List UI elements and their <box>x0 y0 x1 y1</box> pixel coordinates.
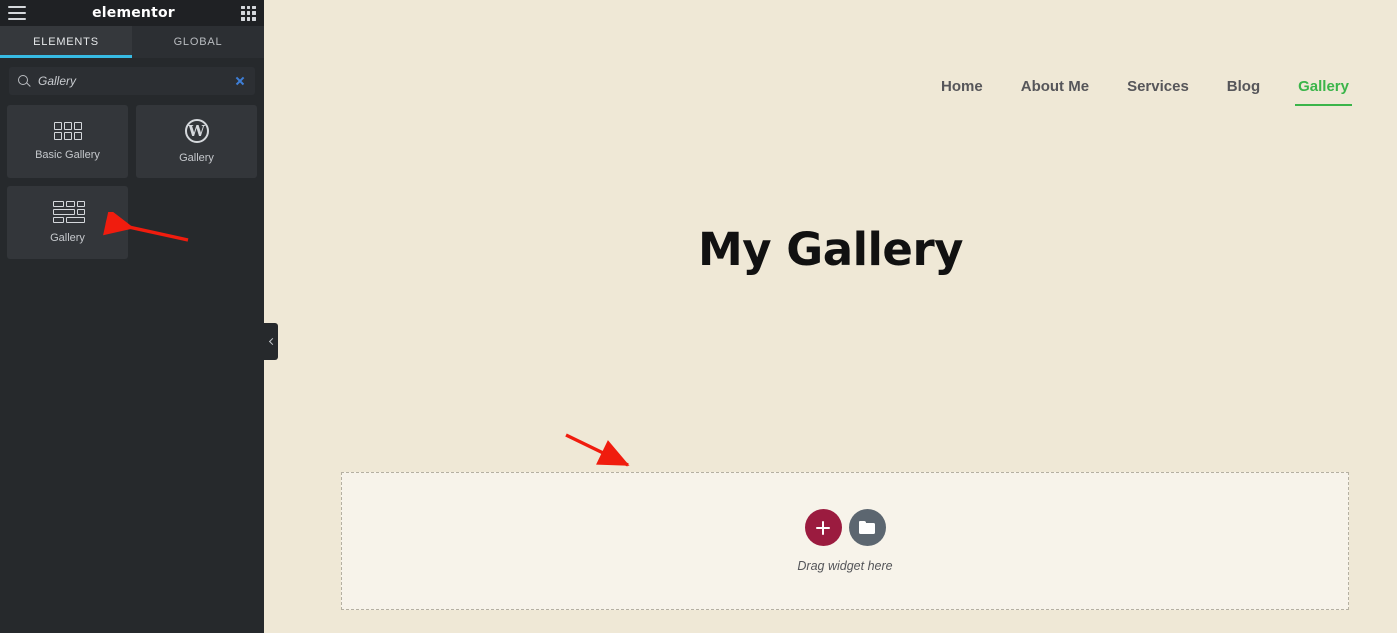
apps-grid-icon[interactable] <box>240 5 256 21</box>
tab-global-label: GLOBAL <box>173 36 223 48</box>
widget-panel: elementor ELEMENTS GLOBAL Gallery Basic … <box>0 0 264 633</box>
tab-elements[interactable]: ELEMENTS <box>0 26 132 58</box>
nav-item-home[interactable]: Home <box>941 78 983 106</box>
widget-label: Gallery <box>50 232 85 244</box>
tab-elements-label: ELEMENTS <box>33 36 99 48</box>
masonry-gallery-icon <box>52 201 85 223</box>
panel-collapse-handle[interactable] <box>264 323 278 360</box>
close-icon[interactable] <box>234 75 246 87</box>
widget-drop-zone[interactable]: Drag widget here <box>341 472 1349 610</box>
elementor-logo: elementor <box>92 5 175 21</box>
page-title: My Gallery <box>698 223 963 276</box>
nav-item-services[interactable]: Services <box>1127 78 1189 106</box>
widget-label: Gallery <box>179 152 214 164</box>
nav-item-gallery[interactable]: Gallery <box>1295 78 1352 106</box>
plus-icon <box>816 520 830 535</box>
chevron-left-icon <box>268 337 276 346</box>
widget-label: Basic Gallery <box>35 149 100 161</box>
search-icon <box>18 75 30 87</box>
widget-list: Basic Gallery W Gallery Gallery <box>0 95 264 269</box>
site-navigation: Home About Me Services Blog Gallery <box>264 0 1397 106</box>
add-template-button[interactable] <box>848 509 886 546</box>
hamburger-menu-icon[interactable] <box>8 6 26 20</box>
widget-card-wp-gallery[interactable]: W Gallery <box>136 105 257 178</box>
preview-canvas: Home About Me Services Blog Gallery My G… <box>264 0 1397 633</box>
folder-icon <box>859 521 875 534</box>
nav-item-about-me[interactable]: About Me <box>1021 78 1089 106</box>
panel-header: elementor <box>0 0 264 26</box>
wordpress-icon: W <box>184 119 209 143</box>
tab-global[interactable]: GLOBAL <box>132 26 264 58</box>
elementor-editor: elementor ELEMENTS GLOBAL Gallery Basic … <box>0 0 1397 633</box>
panel-tabs: ELEMENTS GLOBAL <box>0 26 264 58</box>
search-input[interactable] <box>38 74 226 88</box>
search-box[interactable] <box>9 67 255 95</box>
widget-card-basic-gallery[interactable]: Basic Gallery <box>7 105 128 178</box>
basic-gallery-icon <box>53 122 82 140</box>
add-widget-button[interactable] <box>804 509 842 546</box>
drop-zone-label: Drag widget here <box>797 559 893 573</box>
nav-item-blog[interactable]: Blog <box>1227 78 1260 106</box>
drop-zone-buttons <box>804 509 886 546</box>
widget-card-gallery[interactable]: Gallery <box>7 186 128 259</box>
search-container <box>0 58 264 95</box>
